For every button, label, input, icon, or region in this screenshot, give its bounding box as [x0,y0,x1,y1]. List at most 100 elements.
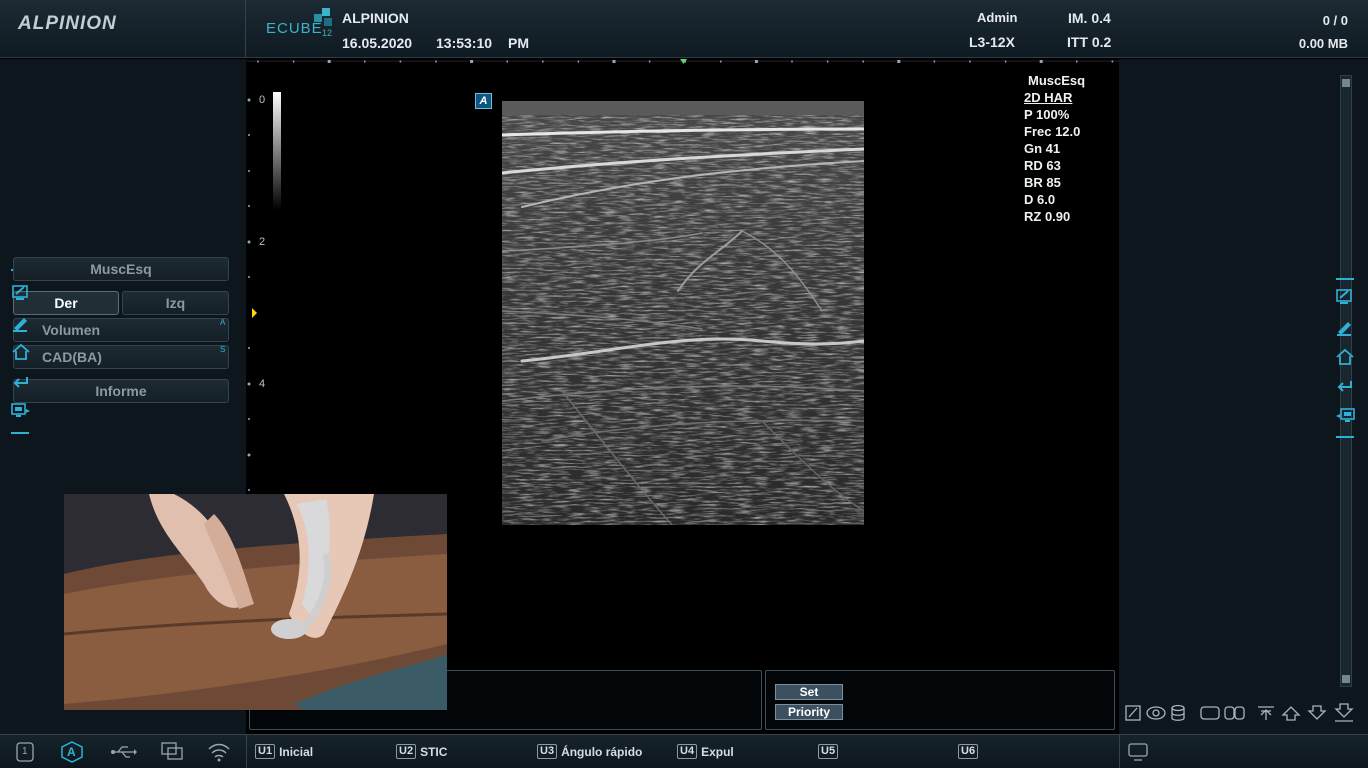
ruler-tick [648,60,651,63]
ruler-tick [933,60,936,63]
right-panel [1119,59,1368,734]
footer-separator-right [1119,735,1120,768]
depth-ticks [247,98,257,491]
u5-key[interactable]: U5 [818,744,842,759]
dual-layout-icon [1224,706,1245,720]
pencil-icon[interactable] [1335,318,1355,336]
u3-key[interactable]: U3 Ángulo rápido [537,744,642,759]
ecube-logo-sup: 12 [322,28,333,38]
param-dynamic-range: RD 63 [1024,158,1061,173]
depth-scale: 0 2 4 [246,84,276,524]
volume-button[interactable]: Volumen [13,318,229,342]
home-icon[interactable] [11,343,31,361]
probe-name: L3-12X [969,34,1015,50]
u1-key[interactable]: U1 Inicial [255,744,313,759]
ruler-tick [257,60,259,63]
pc-monitor-icon[interactable] [1335,407,1355,425]
ruler-tick [577,60,580,63]
pencil-icon[interactable] [11,314,31,332]
ruler-tick [612,60,616,63]
ruler-tick [399,60,402,63]
preset-button[interactable]: MuscEsq [13,257,229,281]
u5-key-badge: U5 [818,744,839,759]
u4-key[interactable]: U4 Expul [677,744,734,759]
ruler-tick [754,60,758,63]
param-frequency: Frec 12.0 [1024,124,1081,139]
param-gain: Gn 41 [1024,141,1061,156]
usb-icon[interactable] [110,741,138,763]
ultrasound-image[interactable] [502,101,864,525]
mechanical-index: IM. 0.4 [1068,10,1111,26]
volume-tag: A [220,318,226,327]
u4-key-label: Expul [701,744,734,759]
scroll-up-arrow[interactable] [1342,79,1350,87]
arrow-down-icon [1307,705,1327,720]
ruler-tick [435,60,437,63]
ruler-tick [720,60,722,63]
param-power: P 100% [1024,107,1070,122]
alpinion-logo: ALPINION [18,13,117,34]
ruler-tick [826,60,829,63]
ruler-tick [506,60,508,63]
pc-monitor-icon[interactable] [11,402,31,420]
set-button[interactable]: Set [775,684,843,700]
page-number: 1 [22,746,28,757]
exam-time: 13:53:10 [436,35,493,51]
side-left-label: Izq [165,295,186,311]
right-menu-line-top [1336,278,1354,280]
upload-icon [1258,706,1274,720]
ruler-tick [327,60,331,63]
u2-key[interactable]: U2 STIC [396,744,447,759]
ecube-logo: ECUBE 12 [266,8,336,42]
u2-key-label: STIC [420,744,448,759]
tablet-pen-icon[interactable] [11,284,31,302]
exam-ampm: PM [508,35,529,51]
monitor-icon[interactable] [1126,741,1150,763]
database-icon [1171,704,1185,721]
return-arrow-icon[interactable] [11,373,31,391]
footer-bar: 1 A U1 Inicial U2 STIC U3 Ángulo rápido … [0,734,1368,768]
download-icon[interactable] [1332,703,1356,723]
priority-button-label: Priority [787,705,830,719]
u1-key-badge: U1 [255,744,276,759]
ruler-tick [1004,60,1007,63]
right-menu-line-bottom [1336,436,1354,438]
scroll-down-arrow[interactable] [1342,675,1350,683]
ruler-tick [470,60,474,63]
return-arrow-icon[interactable] [1335,377,1355,395]
touch-buttons-panel: Set Priority [765,670,1115,730]
report-button[interactable]: Informe [13,379,229,403]
arrow-up-icon [1281,706,1301,721]
ruler-tick [364,60,366,63]
u1-key-label: Inicial [279,744,314,759]
home-icon[interactable] [1335,348,1355,366]
dicom-icon[interactable] [160,741,184,763]
cad-button[interactable]: CAD(BA) [13,345,229,369]
imaging-parameters: MuscEsq 2D HAR P 100% Frec 12.0 Gn 41 RD… [1024,72,1085,225]
storage-used: 0.00 MB [1298,36,1348,51]
camera-view [64,494,447,710]
tablet-pen-icon[interactable] [1335,288,1355,306]
u3-key-label: Ángulo rápido [561,744,643,759]
preset-button-label: MuscEsq [90,261,152,277]
hospital-name: ALPINION [342,10,409,26]
edit-icon [1125,705,1141,721]
param-mode[interactable]: 2D HAR [1024,89,1085,106]
u3-key-badge: U3 [537,744,558,759]
menu-line-bottom [11,432,29,434]
thermal-index: ITT 0.2 [1067,34,1112,50]
focus-depth-marker [252,308,257,318]
eye-icon [1146,706,1166,720]
ruler-tick [862,60,864,63]
cad-tag: S [220,345,226,354]
brand-cell: ALPINION [0,0,246,58]
u6-key[interactable]: U6 [958,744,982,759]
volume-label: Volumen [42,322,101,338]
side-left-button[interactable]: Izq [122,291,229,315]
wifi-icon[interactable] [207,741,231,763]
set-button-label: Set [799,685,819,699]
exam-date: 16.05.2020 [342,35,413,51]
user-name: Admin [977,10,1018,25]
param-depth: D 6.0 [1024,192,1056,207]
priority-button[interactable]: Priority [775,704,843,720]
